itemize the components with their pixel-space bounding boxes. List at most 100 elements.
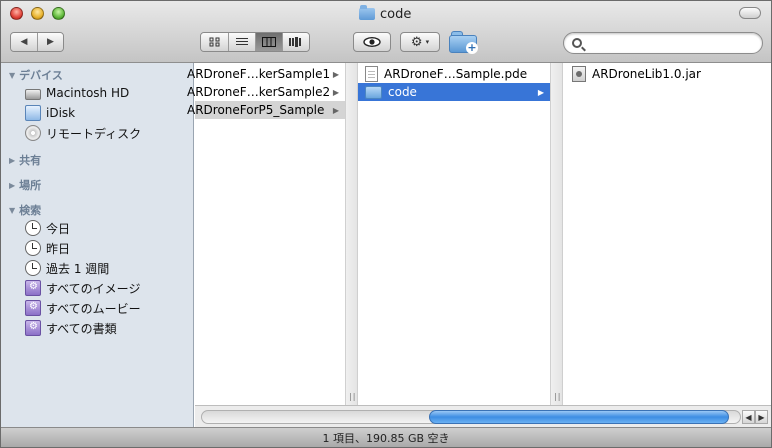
sidebar-item-remote-disc[interactable]: リモートディスク xyxy=(25,124,141,142)
list-item-selected[interactable]: ARDroneForP5_Sample ▶ xyxy=(187,101,345,119)
back-button[interactable]: ◀ xyxy=(11,33,37,51)
column-resize-handle[interactable]: || xyxy=(345,63,357,405)
icon-view-button[interactable] xyxy=(201,33,228,51)
folder-icon xyxy=(359,5,375,20)
sidebar-section-label: 検索 xyxy=(19,204,42,217)
finder-window: code ◀ ▶ ⚙ ▾ + ▼ デバイス Macintosh HD iDisk… xyxy=(0,0,772,448)
sidebar-item-label: リモートディスク xyxy=(46,126,142,141)
list-item[interactable]: ARDroneF…kerSample1 ▶ xyxy=(187,65,345,83)
browser-column-1: ARDroneF…kerSample1 ▶ ARDroneF…kerSample… xyxy=(187,63,345,405)
disclosure-right-icon[interactable]: ▶ xyxy=(9,181,15,190)
search-field[interactable] xyxy=(563,32,763,54)
columns-icon xyxy=(262,37,276,47)
smart-folder-icon xyxy=(25,280,41,296)
back-arrow-icon: ◀ xyxy=(20,37,28,47)
status-bar: 1 項目、190.85 GB 空き xyxy=(1,427,771,447)
search-icon xyxy=(572,38,582,48)
hard-drive-icon xyxy=(25,88,41,100)
sidebar-item-all-movies[interactable]: すべてのムービー xyxy=(25,299,141,317)
disclosure-down-icon[interactable]: ▼ xyxy=(9,206,15,215)
toolbar: code ◀ ▶ ⚙ ▾ + xyxy=(1,1,771,63)
status-text: 1 項目、190.85 GB 空き xyxy=(322,431,450,445)
horizontal-scrollbar[interactable]: ◀ ▶ xyxy=(195,405,771,427)
sidebar-section-shared[interactable]: ▶ 共有 xyxy=(9,152,41,168)
list-item-label: ARDroneForP5_Sample xyxy=(187,103,325,117)
sidebar-item-all-images[interactable]: すべてのイメージ xyxy=(25,279,140,297)
quick-look-button[interactable] xyxy=(353,32,391,52)
gear-icon: ⚙ xyxy=(410,34,423,50)
minimize-button[interactable] xyxy=(31,7,44,20)
sidebar: ▼ デバイス Macintosh HD iDisk リモートディスク ▶ 共有 … xyxy=(1,63,194,427)
eye-icon xyxy=(363,37,381,47)
folder-icon xyxy=(365,85,382,99)
smart-folder-icon xyxy=(25,300,41,316)
list-view-button[interactable] xyxy=(228,33,255,51)
sidebar-item-label: Macintosh HD xyxy=(46,86,130,100)
view-switcher xyxy=(200,32,310,52)
disclosure-down-icon[interactable]: ▼ xyxy=(9,71,15,80)
plus-icon: + xyxy=(466,41,478,54)
nav-buttons: ◀ ▶ xyxy=(10,32,64,52)
chevron-right-icon: ▶ xyxy=(332,87,339,97)
list-item[interactable]: ARDroneF…Sample.pde xyxy=(358,65,550,83)
coverflow-view-button[interactable] xyxy=(282,33,309,51)
column-view-button[interactable] xyxy=(255,33,282,51)
window-title: code xyxy=(359,5,411,23)
sidebar-item-idisk[interactable]: iDisk xyxy=(25,104,75,122)
column-resize-handle[interactable]: || xyxy=(550,63,562,405)
toolbar-toggle-button[interactable] xyxy=(739,7,761,19)
remote-disc-icon xyxy=(25,125,41,141)
sidebar-section-label: 共有 xyxy=(19,154,42,167)
list-item-label: ARDroneF…kerSample2 xyxy=(187,85,331,99)
close-button[interactable] xyxy=(10,7,23,20)
chevron-right-icon: ▶ xyxy=(332,105,339,115)
chevron-down-icon: ▾ xyxy=(425,38,430,46)
zoom-button[interactable] xyxy=(52,7,65,20)
sidebar-section-label: デバイス xyxy=(19,69,63,82)
sidebar-item-label: 昨日 xyxy=(46,241,71,256)
jar-icon xyxy=(572,66,586,82)
sidebar-section-label: 場所 xyxy=(19,179,42,192)
sidebar-item-macintosh-hd[interactable]: Macintosh HD xyxy=(25,84,129,102)
new-folder-button[interactable]: + xyxy=(448,29,480,55)
window-title-text: code xyxy=(380,6,412,22)
coverflow-icon xyxy=(289,37,301,47)
sidebar-item-label: すべてのムービー xyxy=(46,301,141,316)
document-icon xyxy=(365,66,378,82)
grid-icon xyxy=(209,37,219,47)
scroll-left-button[interactable]: ◀ xyxy=(742,410,755,424)
chevron-right-icon: ▶ xyxy=(537,87,544,97)
sidebar-item-past-week[interactable]: 過去 1 週間 xyxy=(25,259,109,277)
grip-icon: || xyxy=(554,392,562,401)
sidebar-item-today[interactable]: 今日 xyxy=(25,219,70,237)
list-item[interactable]: ARDroneF…kerSample2 ▶ xyxy=(187,83,345,101)
list-item-label: ARDroneLib1.0.jar xyxy=(592,67,701,81)
search-input[interactable] xyxy=(586,35,756,51)
scrollbar-thumb[interactable] xyxy=(429,410,729,424)
clock-icon xyxy=(25,240,41,256)
list-item-label: code xyxy=(388,85,417,99)
chevron-right-icon: ▶ xyxy=(332,69,339,79)
sidebar-section-search[interactable]: ▼ 検索 xyxy=(9,202,41,218)
grip-icon: || xyxy=(349,392,357,401)
sidebar-item-label: 過去 1 週間 xyxy=(46,261,110,276)
sidebar-item-label: すべての書類 xyxy=(46,321,117,336)
list-item[interactable]: ARDroneLib1.0.jar xyxy=(563,65,763,83)
action-menu-button[interactable]: ⚙ ▾ xyxy=(400,32,440,52)
browser-column-3: ARDroneLib1.0.jar xyxy=(562,63,771,405)
sidebar-section-places[interactable]: ▶ 場所 xyxy=(9,177,41,193)
scroll-right-button[interactable]: ▶ xyxy=(755,410,768,424)
sidebar-item-all-documents[interactable]: すべての書類 xyxy=(25,319,117,337)
list-item-label: ARDroneF…kerSample1 xyxy=(187,67,331,81)
sidebar-section-devices[interactable]: ▼ デバイス xyxy=(9,67,63,83)
clock-icon xyxy=(25,260,41,276)
forward-arrow-icon: ▶ xyxy=(47,37,54,47)
arrow-right-icon: ▶ xyxy=(758,412,765,422)
disclosure-right-icon[interactable]: ▶ xyxy=(9,156,15,165)
list-item-selected[interactable]: code ▶ xyxy=(358,83,550,101)
clock-icon xyxy=(25,220,41,236)
sidebar-item-yesterday[interactable]: 昨日 xyxy=(25,239,70,257)
forward-button[interactable]: ▶ xyxy=(37,33,63,51)
sidebar-item-label: すべてのイメージ xyxy=(46,281,141,296)
smart-folder-icon xyxy=(25,320,41,336)
